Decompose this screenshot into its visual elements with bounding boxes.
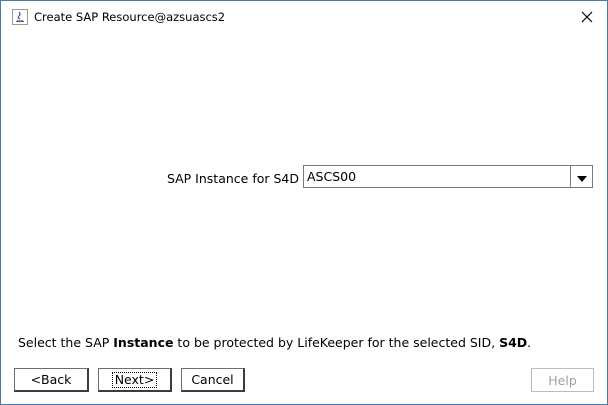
instruction-part: to be protected by LifeKeeper for the se… xyxy=(173,335,500,350)
instruction-text: Select the SAP Instance to be protected … xyxy=(18,335,531,350)
sap-instance-select[interactable]: ASCS00 xyxy=(303,165,593,188)
dropdown-button[interactable] xyxy=(570,166,592,187)
sap-instance-value: ASCS00 xyxy=(307,169,357,184)
cancel-button[interactable]: Cancel xyxy=(181,368,245,392)
instruction-part: . xyxy=(527,335,532,350)
next-button-label: Next> xyxy=(111,371,158,388)
back-button-label: <Back xyxy=(30,372,72,387)
cancel-button-label: Cancel xyxy=(191,372,234,387)
dialog-window: Create SAP Resource@azsuascs2 SAP Instan… xyxy=(0,0,608,405)
title-bar[interactable]: Create SAP Resource@azsuascs2 xyxy=(1,1,607,34)
next-button[interactable]: Next> xyxy=(98,368,172,392)
window-title: Create SAP Resource@azsuascs2 xyxy=(34,10,226,24)
chevron-down-icon xyxy=(576,167,587,186)
sap-instance-label: SAP Instance for S4D xyxy=(166,171,299,186)
instruction-bold-sid: S4D xyxy=(499,335,528,350)
instruction-part: Select the SAP xyxy=(18,335,114,350)
dialog-body: SAP Instance for S4D ASCS00 Select the S… xyxy=(1,34,607,404)
java-app-icon xyxy=(12,9,28,25)
instruction-bold-instance: Instance xyxy=(113,335,174,350)
close-button[interactable] xyxy=(573,5,601,29)
back-button[interactable]: <Back xyxy=(14,368,89,392)
help-button[interactable]: Help xyxy=(531,368,594,392)
close-icon xyxy=(581,8,593,27)
help-button-label: Help xyxy=(548,372,577,388)
